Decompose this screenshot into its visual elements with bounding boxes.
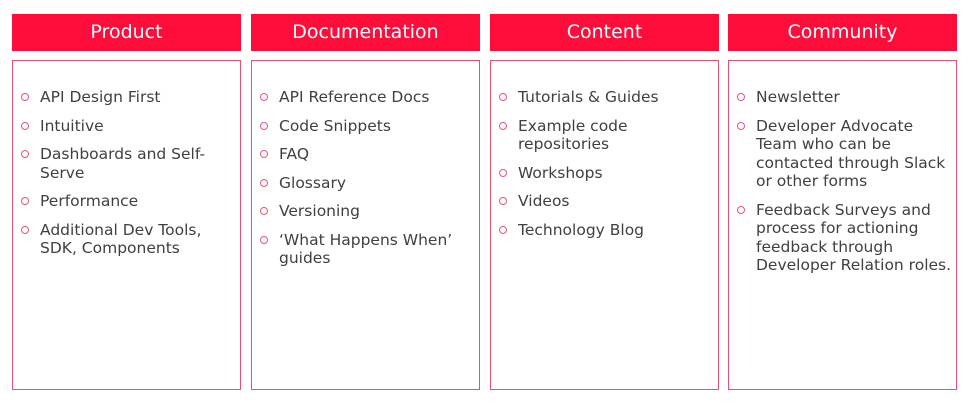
column-header-documentation: Documentation: [251, 14, 480, 51]
list-item: Code Snippets: [260, 117, 475, 136]
list-item: Feedback Surveys and process for actioni…: [737, 201, 952, 275]
list-item: Additional Dev Tools, SDK, Components: [21, 221, 236, 258]
circle-bullet-icon: [499, 225, 507, 234]
circle-bullet-icon: [260, 121, 268, 130]
list-item: Performance: [21, 192, 236, 211]
column-box-content: Tutorials & Guides Example code reposito…: [490, 60, 719, 390]
item-list-product: API Design First Intuitive Dashboards an…: [13, 61, 240, 258]
circle-bullet-icon: [21, 150, 29, 158]
circle-bullet-icon: [737, 205, 745, 214]
list-item-text: Versioning: [279, 202, 360, 220]
list-item-text: Example code repositories: [518, 116, 628, 154]
column-content: Content Tutorials & Guides Example code …: [490, 14, 719, 390]
list-item: API Reference Docs: [260, 88, 475, 107]
list-item-text: Dashboards and Self-Serve: [40, 145, 206, 182]
circle-bullet-icon: [260, 207, 268, 215]
list-item: API Design First: [21, 88, 236, 107]
column-header-community: Community: [728, 14, 957, 51]
item-list-documentation: API Reference Docs Code Snippets FAQ Glo…: [252, 61, 479, 268]
list-item: Technology Blog: [499, 221, 714, 240]
list-item-text: Videos: [518, 192, 570, 210]
list-item-text: ‘What Happens When’ guides: [279, 230, 453, 268]
list-item-text: Tutorials & Guides: [518, 88, 659, 106]
list-item-text: API Reference Docs: [279, 88, 430, 106]
list-item: Videos: [499, 192, 714, 211]
list-item: Newsletter: [737, 88, 952, 107]
circle-bullet-icon: [260, 150, 268, 158]
list-item-text: Workshops: [518, 163, 603, 182]
list-item-text: Performance: [40, 192, 139, 210]
circle-bullet-icon: [21, 225, 29, 234]
column-box-community: Newsletter Developer Advocate Team who c…: [728, 60, 957, 390]
circle-bullet-icon: [737, 93, 745, 101]
column-community: Community Newsletter Developer Advocate …: [728, 14, 957, 390]
list-item: Example code repositories: [499, 117, 714, 154]
list-item: Workshops: [499, 164, 714, 183]
column-header-content: Content: [490, 14, 719, 51]
list-item: Versioning: [260, 202, 475, 221]
list-item-text: Developer Advocate Team who can be conta…: [756, 116, 946, 191]
list-item-text: Glossary: [279, 173, 346, 192]
list-item: Dashboards and Self-Serve: [21, 145, 236, 182]
circle-bullet-icon: [499, 197, 507, 205]
list-item-text: Newsletter: [756, 88, 840, 106]
circle-bullet-icon: [260, 235, 268, 244]
column-documentation: Documentation API Reference Docs Code Sn…: [251, 14, 480, 390]
list-item: Intuitive: [21, 117, 236, 136]
circle-bullet-icon: [21, 93, 29, 101]
list-item-text: Additional Dev Tools, SDK, Components: [40, 220, 202, 258]
item-list-content: Tutorials & Guides Example code reposito…: [491, 61, 718, 239]
list-item-text: FAQ: [279, 145, 310, 163]
column-product: Product API Design First Intuitive Dashb…: [12, 14, 241, 390]
item-list-community: Newsletter Developer Advocate Team who c…: [729, 61, 956, 275]
column-box-documentation: API Reference Docs Code Snippets FAQ Glo…: [251, 60, 480, 390]
column-header-product: Product: [12, 14, 241, 51]
list-item: Glossary: [260, 174, 475, 193]
list-item: ‘What Happens When’ guides: [260, 231, 475, 268]
list-item: Developer Advocate Team who can be conta…: [737, 117, 952, 191]
circle-bullet-icon: [499, 93, 507, 101]
list-item-text: Feedback Surveys and process for actioni…: [756, 200, 952, 275]
circle-bullet-icon: [21, 121, 29, 130]
circle-bullet-icon: [499, 168, 507, 177]
circle-bullet-icon: [737, 121, 745, 130]
list-item-text: Code Snippets: [279, 116, 391, 135]
circle-bullet-icon: [260, 93, 268, 101]
circle-bullet-icon: [21, 197, 29, 205]
list-item-text: API Design First: [40, 88, 161, 106]
circle-bullet-icon: [260, 178, 268, 187]
list-item: Tutorials & Guides: [499, 88, 714, 107]
list-item-text: Intuitive: [40, 116, 104, 135]
list-item-text: Technology Blog: [518, 220, 645, 239]
column-box-product: API Design First Intuitive Dashboards an…: [12, 60, 241, 390]
list-item: FAQ: [260, 145, 475, 164]
circle-bullet-icon: [499, 121, 507, 130]
